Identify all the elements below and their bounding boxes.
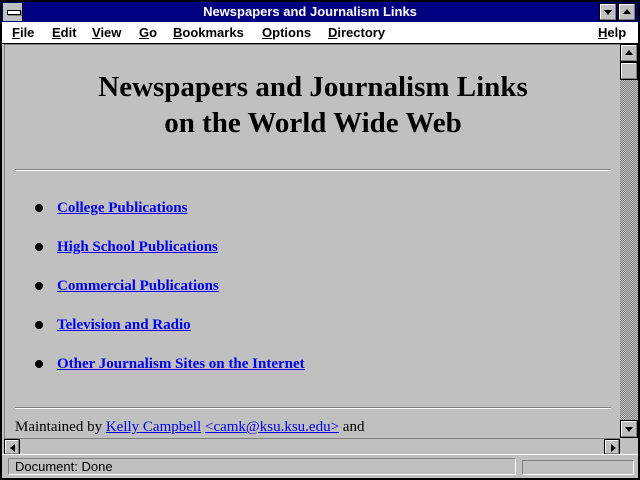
scrollbar-corner [620,438,638,454]
bullet-icon [35,282,43,290]
maximize-icon [623,9,631,14]
scroll-right-icon [611,444,616,452]
horizontal-rule [15,169,611,171]
progress-indicator [522,460,634,475]
scroll-down-button[interactable] [620,420,638,438]
menu-bar: File Edit View Go Bookmarks Options Dire… [2,22,638,44]
list-item: Television and Radio [35,316,191,334]
scroll-down-icon [625,427,633,432]
scroll-right-button[interactable] [604,439,620,455]
minimize-icon [604,10,612,15]
bullet-icon [35,243,43,251]
maintainer-email-link[interactable]: <camk@ksu.ksu.edu> [205,419,339,435]
heading-line-2: on the World Wide Web [164,107,462,139]
horizontal-rule [15,407,611,409]
system-menu-icon [7,10,21,15]
system-menu-button[interactable] [3,3,23,21]
menu-directory[interactable]: Directory [328,25,385,41]
scroll-up-icon [625,50,633,55]
list-item: Commercial Publications [35,277,219,295]
browser-window: Newspapers and Journalism Links File Edi… [0,0,640,480]
bullet-icon [35,321,43,329]
status-text: Document: Done [8,458,516,475]
page-content: Newspapers and Journalism Links on the W… [4,44,620,438]
link-college-publications[interactable]: College Publications [57,200,187,216]
menu-bookmarks[interactable]: Bookmarks [173,25,244,41]
list-item: Other Journalism Sites on the Internet [35,355,305,373]
menu-help[interactable]: Help [598,25,626,41]
heading-line-1: Newspapers and Journalism Links [98,71,528,103]
link-other-journalism-sites[interactable]: Other Journalism Sites on the Internet [57,356,305,372]
link-television-and-radio[interactable]: Television and Radio [57,317,191,333]
scroll-up-button[interactable] [620,44,638,62]
bullet-icon [35,360,43,368]
footer-and-text: and [342,419,365,435]
title-bar[interactable]: Newspapers and Journalism Links [2,2,638,22]
status-bar: Document: Done [2,454,638,478]
link-high-school-publications[interactable]: High School Publications [57,239,218,255]
link-commercial-publications[interactable]: Commercial Publications [57,278,219,294]
menu-edit[interactable]: Edit [52,25,77,41]
minimize-button[interactable] [599,3,617,21]
menu-go[interactable]: Go [139,25,157,41]
vertical-scrollbar[interactable] [620,44,638,438]
window-title: Newspapers and Journalism Links [203,4,417,19]
scroll-thumb[interactable] [620,62,638,80]
scroll-left-button[interactable] [4,439,20,455]
maintainer-line: Maintained by Kelly Campbell <camk@ksu.k… [15,418,364,436]
list-item: High School Publications [35,238,218,256]
menu-options[interactable]: Options [262,25,311,41]
bullet-icon [35,204,43,212]
list-item: College Publications [35,199,187,217]
maintained-by-label: Maintained by [15,419,103,435]
maintainer-name-link[interactable]: Kelly Campbell [106,419,201,435]
maximize-button[interactable] [618,3,636,21]
menu-view[interactable]: View [92,25,121,41]
horizontal-scrollbar[interactable] [4,438,620,455]
menu-file[interactable]: File [12,25,34,41]
page-heading: Newspapers and Journalism Links on the W… [5,69,620,141]
scroll-left-icon [10,444,15,452]
